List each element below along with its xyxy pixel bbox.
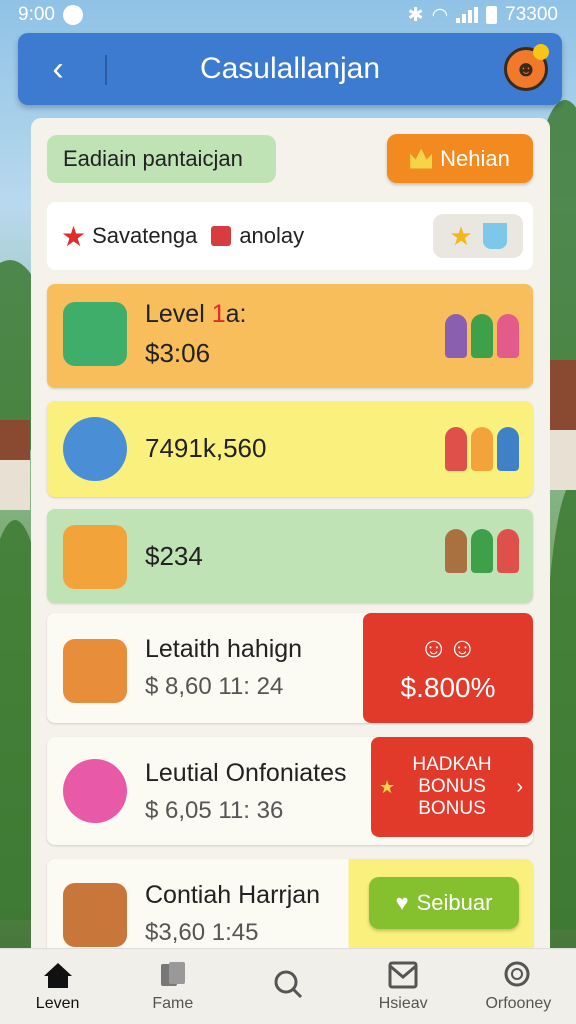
card-value: $234 [145,541,203,571]
heart-icon: ♥ [395,890,409,915]
clock-badge-icon [63,417,127,481]
search-row[interactable]: ★ Savatenga anolay ★ [47,202,533,270]
offer-card[interactable]: Contiah Harrjan $3,60 1:45 ♥ Seibuar [47,859,533,958]
inbox-icon [388,961,418,989]
search-icon [274,970,303,999]
card-value: $ 8,60 11: 24 [145,673,284,700]
title-prefix: Level [145,300,212,328]
main-panel: Eadiain pantaicjan Nehian ★ Savatenga an… [31,118,550,958]
page-title: Casulallanjan [199,52,381,85]
crown-icon [410,148,433,169]
gold-star-icon: ★ [449,220,473,251]
card-value: 7491k,560 [145,433,267,463]
kids-icon [445,314,519,358]
price-card[interactable]: $234 [47,509,533,603]
ticket-icon [63,525,127,589]
bonus-line-2: BONUS [418,776,486,797]
search-row-text-2: anolay [239,223,305,248]
bonus-line-1: HADKAH [412,754,492,775]
search-icon [504,961,530,987]
nav-item-fame[interactable]: Fame [123,960,223,1013]
filter-chip[interactable]: Eadiain pantaicjan [47,135,276,183]
notification-icon [62,5,83,25]
nav-item-leven[interactable]: Leven [8,960,108,1013]
title-accent: 1 [211,300,226,328]
card-title: Level 1a: [145,300,246,329]
nav-label: Leven [35,995,80,1012]
gift-box-icon [63,302,127,366]
card-value: $3,60 1:45 [145,919,259,946]
discount-value: $.800% [400,672,496,703]
bonus-card[interactable]: Leutial Onfoniates $ 6,05 11: 36 ★ HADKA… [47,737,533,845]
basket-icon [63,883,127,947]
nav-label: Hsieav [378,995,428,1012]
star-icon: ★ [379,776,396,797]
kids-icon [445,427,519,471]
treasure-box-icon [63,639,127,703]
bonus-button[interactable]: ★ HADKAH BONUS BONUS › [371,737,533,837]
card-value: $ 6,05 11: 36 [145,797,284,824]
crown-button[interactable]: Nehian [387,134,533,183]
score-card[interactable]: 7491k,560 [47,401,533,497]
app-header: ‹ Casulallanjan ☻ [18,33,562,105]
claim-button[interactable]: ♥ Seibuar [369,877,519,929]
cards-icon [160,962,185,986]
card-title: Leutial Onfoniates [145,759,347,787]
filter-chip-label: Eadiain pantaicjan [63,146,243,171]
status-bar: 9:00 ✱ ◠ 73300 [0,0,576,30]
nav-label: Fame [152,995,194,1012]
card-title: Letaith hahign [145,635,303,663]
gift-icon [211,226,232,246]
deal-card[interactable]: Letaith hahign $ 8,60 11: 24 ☺☺ $.800% [47,613,533,723]
card-title: Contiah Harrjan [145,881,321,909]
wifi-icon: ◠ [431,4,449,26]
claim-button-label: Seibuar [416,890,493,915]
nav-item-orfooney[interactable]: Orfooney [468,960,568,1013]
home-icon [43,963,72,988]
card-value: $3:06 [145,338,211,368]
discount-badge[interactable]: ☺☺ $.800% [363,613,533,723]
signal-icon [456,7,479,23]
level-card[interactable]: Level 1a: $3:06 [47,284,533,388]
bluetooth-icon: ✱ [407,4,424,26]
rewards-pill[interactable]: ★ [433,214,523,258]
star-icon: ★ [61,220,87,252]
crown-button-label: Nehian [440,145,510,171]
avatar-badge [533,44,549,60]
chevron-right-icon: › [516,775,523,798]
nav-item-hsieav[interactable]: Hsieav [353,960,453,1013]
nav-item-search[interactable] [238,969,338,1004]
header-divider [105,55,107,85]
face-icon: ☻ [514,56,538,81]
nav-label: Orfooney [485,995,552,1012]
clock: 9:00 [18,4,55,25]
kids-icon [445,529,519,573]
search-row-text-1: Savatenga [92,223,198,248]
candy-icon [63,759,127,823]
back-arrow-icon[interactable]: ‹ [38,49,78,89]
cup-icon [482,223,507,249]
title-suffix: a: [225,300,247,328]
bottom-nav: Leven Fame Hsieav Orfooney [0,948,576,1024]
battery-icon [486,6,498,24]
status-text: 73300 [505,4,558,25]
mascots-icon: ☺☺ [419,632,477,663]
avatar[interactable]: ☻ [504,44,549,91]
bonus-line-3: BONUS [418,798,486,819]
